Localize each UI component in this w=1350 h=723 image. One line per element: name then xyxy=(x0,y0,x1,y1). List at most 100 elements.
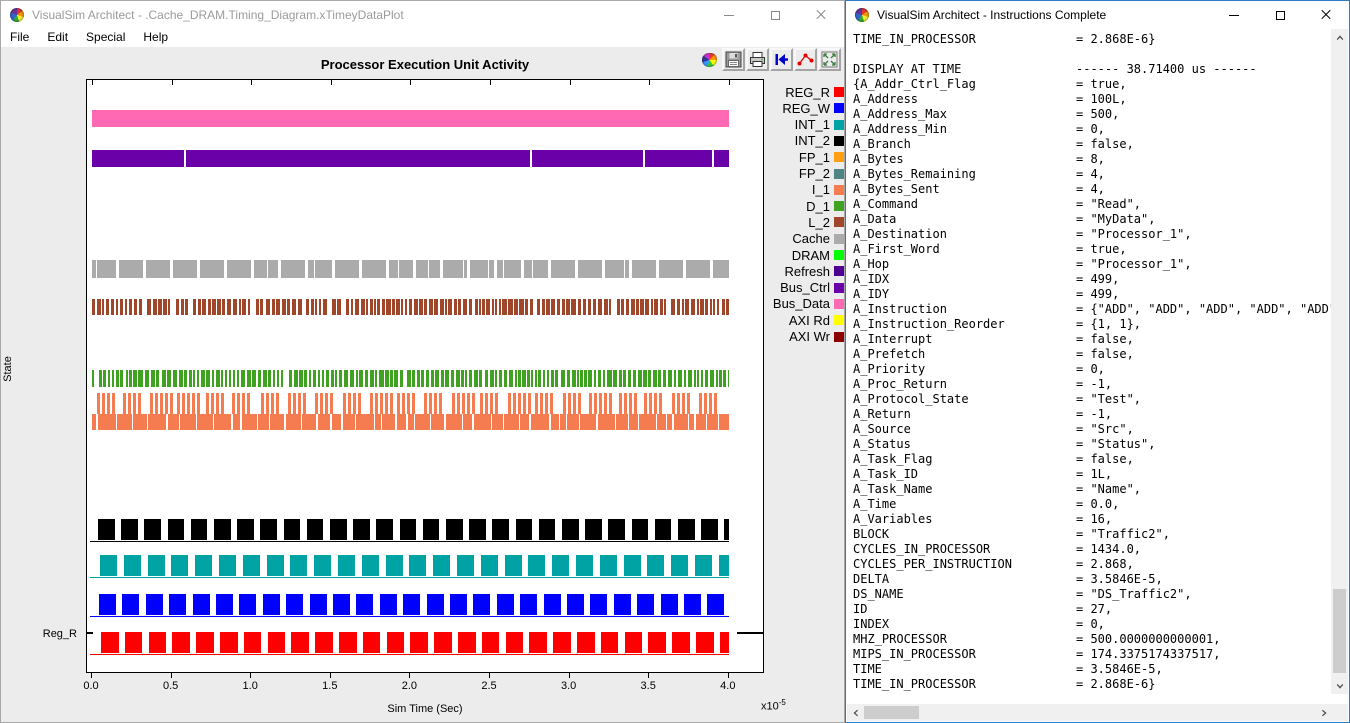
scroll-left-button[interactable] xyxy=(847,704,864,721)
maximize-button[interactable] xyxy=(752,1,798,29)
bar xyxy=(146,260,170,278)
bar xyxy=(624,260,625,278)
x-tick-bottom xyxy=(489,673,490,678)
x-tick-label: 2.0 xyxy=(402,680,417,692)
bar xyxy=(490,370,494,387)
legend-label: REG_R xyxy=(785,85,830,100)
fullscreen-button[interactable] xyxy=(818,48,841,71)
bar xyxy=(571,299,575,315)
bar xyxy=(561,370,565,387)
series-d_1 xyxy=(87,370,763,387)
bar xyxy=(257,414,258,430)
close-button[interactable] xyxy=(1303,1,1349,29)
bar xyxy=(656,414,657,430)
bar xyxy=(332,299,336,315)
console-var-name: A_Instruction xyxy=(853,302,1076,317)
legend-swatch xyxy=(834,201,844,211)
scroll-up-button[interactable] xyxy=(1331,29,1348,46)
scroll-right-button[interactable] xyxy=(1315,704,1332,721)
bar xyxy=(184,150,186,167)
legend-label: INT_2 xyxy=(795,133,830,148)
x-tick-label: 2.5 xyxy=(481,680,496,692)
console-var-name: A_Status xyxy=(853,437,1076,452)
legend-label: I_1 xyxy=(812,182,830,197)
bar xyxy=(222,299,225,315)
console-line: CYCLES_IN_PROCESSOR= 1434.0, xyxy=(853,542,1332,557)
bar xyxy=(658,370,661,387)
legend-label: AXI Wr xyxy=(789,329,830,344)
bar xyxy=(390,370,393,387)
legend-label: FP_2 xyxy=(799,166,830,181)
minimize-button[interactable] xyxy=(706,1,752,29)
bar xyxy=(578,393,581,414)
series-int_2 xyxy=(87,519,763,542)
bar xyxy=(475,299,478,315)
legend-swatch xyxy=(834,332,844,342)
bar xyxy=(716,370,718,387)
x-tick-bottom xyxy=(91,673,92,678)
bar xyxy=(638,370,642,387)
bar xyxy=(553,632,571,653)
bar xyxy=(281,370,284,387)
bar xyxy=(313,370,316,387)
console-var-name: A_Protocol_State xyxy=(853,392,1076,407)
menu-file[interactable]: File xyxy=(1,29,38,46)
bar xyxy=(628,414,629,430)
bar xyxy=(311,299,314,315)
x-tick-label: 3.0 xyxy=(561,680,576,692)
bar xyxy=(148,555,165,576)
bar xyxy=(445,370,449,387)
plot-points-button[interactable] xyxy=(794,48,817,71)
bar xyxy=(299,370,302,387)
bar xyxy=(301,414,302,430)
bar xyxy=(424,299,427,315)
bar xyxy=(394,370,398,387)
plot-window-titlebar[interactable]: VisualSim Architect - .Cache_DRAM.Timing… xyxy=(1,1,844,29)
console-output[interactable]: TIME_IN_PROCESSOR= 2.868E-6} DISPLAY AT … xyxy=(847,29,1332,694)
vertical-scroll-thumb[interactable] xyxy=(1333,589,1346,673)
close-button[interactable] xyxy=(798,1,844,29)
bar xyxy=(266,299,270,315)
bar xyxy=(273,370,275,387)
bar xyxy=(495,299,497,315)
legend-entry-reg_w: REG_W xyxy=(782,101,844,115)
console-window-titlebar[interactable]: VisualSim Architect - Instructions Compl… xyxy=(846,1,1349,29)
reset-view-icon xyxy=(773,51,790,68)
menu-help[interactable]: Help xyxy=(134,29,177,46)
maximize-button[interactable] xyxy=(1257,1,1303,29)
bar xyxy=(529,632,547,653)
bar xyxy=(330,393,333,414)
menu-edit[interactable]: Edit xyxy=(38,29,77,46)
console-var-value: = 1434.0, xyxy=(1076,542,1141,556)
bar xyxy=(480,393,483,414)
bar xyxy=(535,370,537,387)
console-line: TIME= 3.5846E-5, xyxy=(853,662,1332,677)
bar xyxy=(121,519,138,540)
bar xyxy=(504,370,507,387)
menu-special[interactable]: Special xyxy=(77,29,134,46)
bar xyxy=(429,393,432,414)
bar xyxy=(219,555,236,576)
bar xyxy=(672,393,675,414)
scroll-down-button[interactable] xyxy=(1331,677,1348,694)
reset-view-button[interactable] xyxy=(770,48,793,71)
bar xyxy=(545,393,548,414)
x-tick-top xyxy=(490,80,491,85)
horizontal-scrollbar[interactable] xyxy=(847,704,1332,721)
console-var-name: A_Variables xyxy=(853,512,1076,527)
bar xyxy=(385,370,389,387)
console-var-name: A_IDY xyxy=(853,287,1076,302)
bar xyxy=(298,393,301,414)
bar xyxy=(619,370,622,387)
bar xyxy=(260,519,277,540)
bar xyxy=(726,299,729,315)
minimize-button[interactable] xyxy=(1211,1,1257,29)
bar xyxy=(505,555,522,576)
bar xyxy=(594,393,597,414)
horizontal-scroll-thumb[interactable] xyxy=(864,706,919,719)
bar xyxy=(129,370,132,387)
bar xyxy=(263,594,280,615)
bar xyxy=(419,299,423,315)
vertical-scrollbar[interactable] xyxy=(1331,29,1348,694)
bar xyxy=(182,393,185,414)
